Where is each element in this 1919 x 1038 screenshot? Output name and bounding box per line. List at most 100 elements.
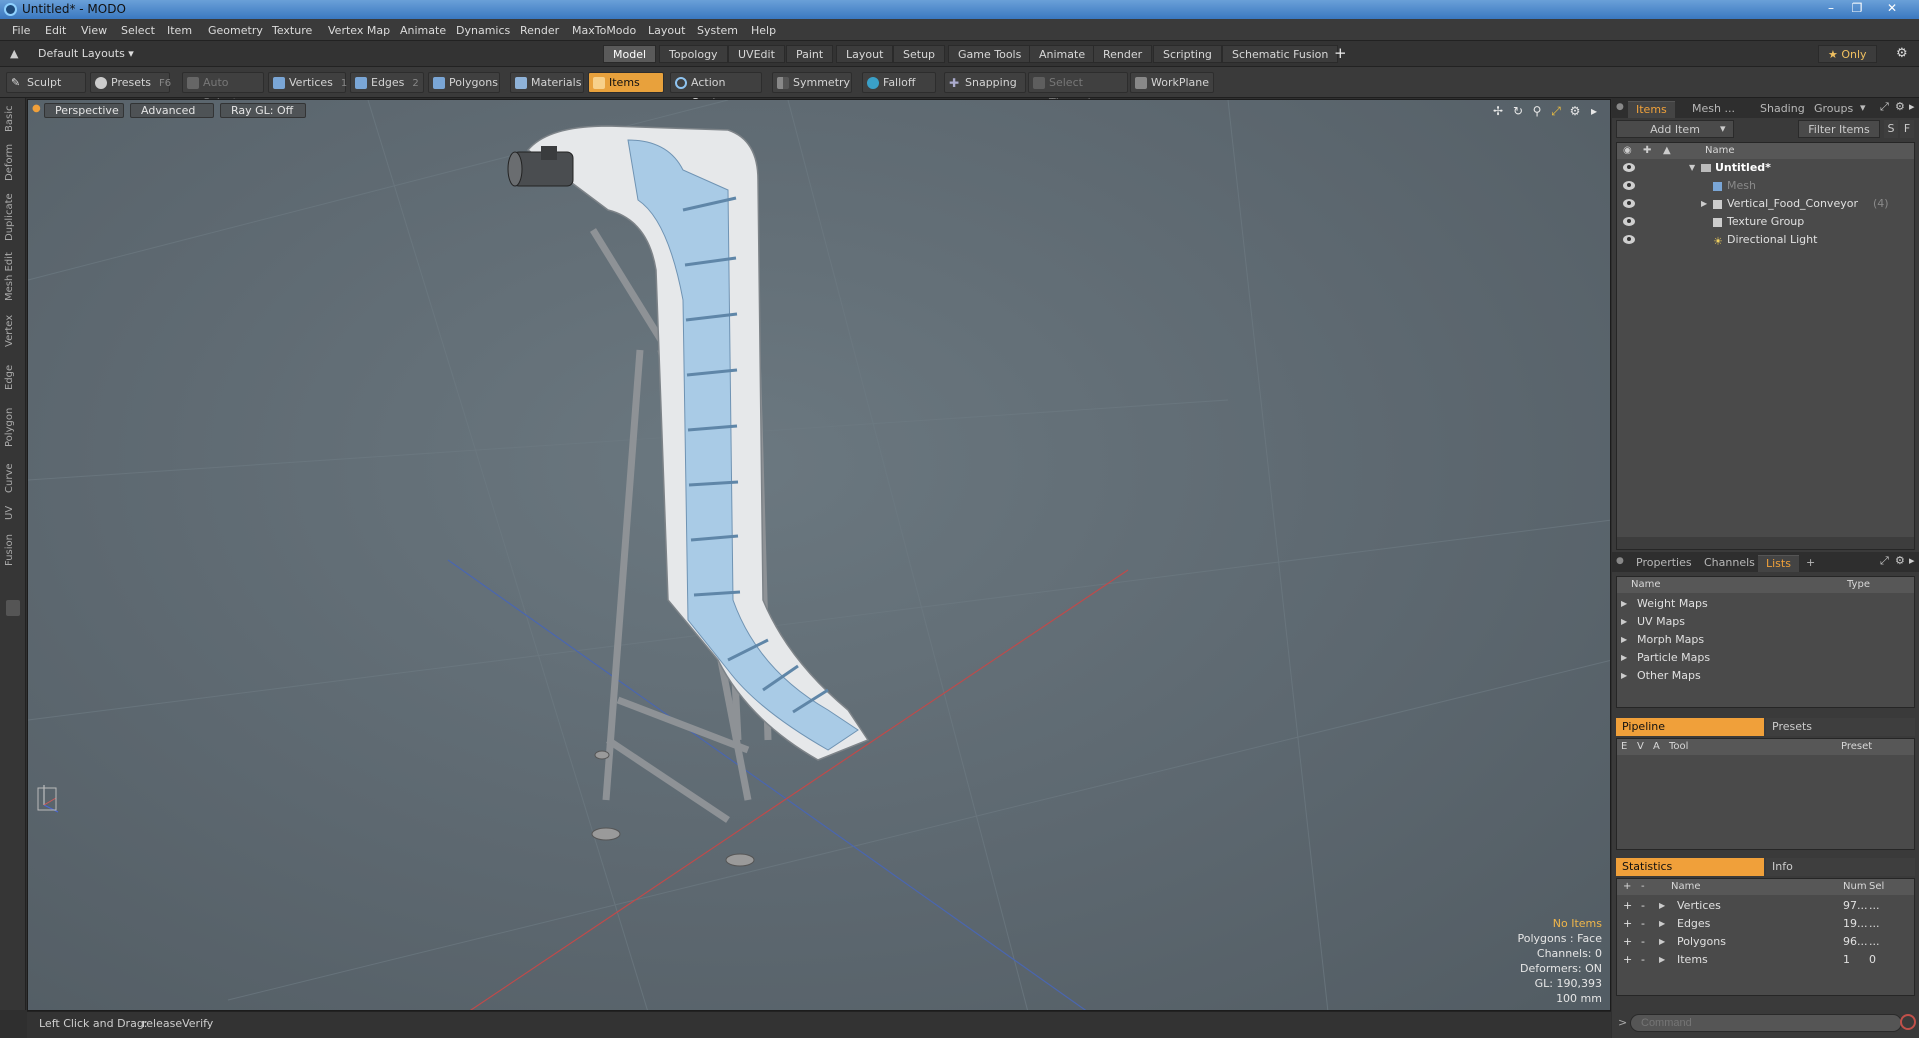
add-item-dropdown-icon[interactable]: ▾ (1720, 122, 1726, 135)
expand-panel-icon[interactable]: ⤢ (1880, 100, 1889, 114)
items-scrollbar[interactable] (1617, 537, 1914, 549)
snapping-button[interactable]: ✚ Snapping (944, 72, 1026, 93)
panel-arrow-icon[interactable]: ▸ (1909, 554, 1915, 567)
tree-row[interactable]: ☀ Directional Light (1617, 231, 1914, 249)
auto-select-button[interactable]: Auto Select (182, 72, 264, 109)
raygl-toggle[interactable]: Ray GL: Off (220, 103, 306, 118)
add-selection-button[interactable]: + (1623, 897, 1632, 915)
menu-view[interactable]: View (81, 24, 107, 37)
expand-arrow-icon[interactable]: ▶ (1621, 667, 1627, 685)
f-toggle[interactable]: F (1900, 120, 1914, 138)
add-item-button[interactable]: Add Item (1616, 120, 1734, 138)
tree-row[interactable]: Mesh (1617, 177, 1914, 195)
menu-edit[interactable]: Edit (45, 24, 66, 37)
tab-model[interactable]: Model (603, 45, 657, 63)
minimize-button[interactable]: – (1820, 1, 1842, 17)
tree-row[interactable]: Texture Group (1617, 213, 1914, 231)
expand-arrow-icon[interactable]: ▶ (1659, 933, 1665, 951)
list-item[interactable]: ▶ Morph Maps (1617, 631, 1914, 649)
menu-item[interactable]: Item (167, 24, 192, 37)
sculpt-button[interactable]: ✎ Sculpt (6, 72, 86, 93)
tab-lists[interactable]: Lists (1758, 555, 1799, 572)
strip-toggle-button[interactable] (6, 600, 20, 616)
menu-help[interactable]: Help (751, 24, 776, 37)
tab-pipeline[interactable]: Pipeline (1616, 718, 1764, 736)
materials-button[interactable]: Materials (510, 72, 584, 93)
add-layout-tab-button[interactable]: + (1334, 44, 1347, 62)
expand-arrow-icon[interactable]: ▶ (1621, 631, 1627, 649)
falloff-button[interactable]: Falloff (862, 72, 936, 93)
select-through-button[interactable]: Select Through (1028, 72, 1128, 109)
pan-icon[interactable]: ✢ (1491, 104, 1505, 118)
tab-duplicate[interactable]: Duplicate (4, 192, 22, 242)
eye-icon[interactable] (1623, 163, 1635, 172)
expand-arrow-icon[interactable]: ▶ (1659, 951, 1665, 969)
menu-file[interactable]: File (12, 24, 30, 37)
panel-gear-icon[interactable]: ⚙ (1895, 100, 1905, 113)
expand-panel-icon[interactable]: ⤢ (1880, 554, 1889, 568)
add-selection-button[interactable]: + (1623, 951, 1632, 969)
tab-mesh-edit[interactable]: Mesh Edit (4, 252, 22, 302)
menu-maxtomodo[interactable]: MaxToModo (572, 24, 636, 37)
items-button[interactable]: Items (588, 72, 664, 93)
lock-col-icon[interactable]: ✚ (1643, 143, 1651, 159)
eye-icon[interactable] (1623, 181, 1635, 190)
tab-setup[interactable]: Setup (893, 45, 946, 63)
table-row[interactable]: + - ▶ Polygons 96... ... (1617, 933, 1914, 951)
render-col-icon[interactable]: ▲ (1663, 143, 1671, 159)
tab-schematic-fusion[interactable]: Schematic Fusion (1222, 45, 1339, 63)
tab-paint[interactable]: Paint (786, 45, 834, 63)
tab-channels[interactable]: Channels (1696, 555, 1763, 572)
tab-uv[interactable]: UV (4, 502, 22, 524)
layout-preset-dropdown[interactable]: Default Layouts ▾ (38, 47, 134, 60)
tab-deform[interactable]: Deform (4, 142, 22, 182)
expand-arrow-icon[interactable]: ▶ (1621, 649, 1627, 667)
tab-statistics[interactable]: Statistics (1616, 858, 1764, 876)
remove-selection-button[interactable]: - (1641, 951, 1645, 969)
menu-texture[interactable]: Texture (272, 24, 312, 37)
tab-mesh[interactable]: Mesh ... (1684, 101, 1743, 118)
expand-arrow-icon[interactable]: ▶ (1701, 195, 1707, 213)
3d-viewport[interactable]: ● Perspective Advanced Ray GL: Off ✢ ↻ ⚲… (27, 99, 1611, 1011)
tab-layout[interactable]: Layout (836, 45, 894, 63)
tab-curve[interactable]: Curve (4, 460, 22, 496)
list-item[interactable]: ▶ Weight Maps (1617, 595, 1914, 613)
menu-select[interactable]: Select (121, 24, 155, 37)
table-row[interactable]: + - ▶ Vertices 97... ... (1617, 897, 1914, 915)
list-item[interactable]: ▶ Particle Maps (1617, 649, 1914, 667)
edges-button[interactable]: Edges 2 (350, 72, 424, 93)
menu-animate[interactable]: Animate (400, 24, 446, 37)
remove-selection-button[interactable]: - (1641, 897, 1645, 915)
menu-vertex-map[interactable]: Vertex Map (328, 24, 390, 37)
add-selection-button[interactable]: + (1623, 933, 1632, 951)
tab-fusion[interactable]: Fusion (4, 530, 22, 570)
table-row[interactable]: + - ▶ Edges 19... ... (1617, 915, 1914, 933)
visibility-col-icon[interactable]: ◉ (1623, 143, 1632, 159)
tab-groups[interactable]: Groups (1806, 101, 1861, 118)
shading-mode-dropdown[interactable]: Advanced (130, 103, 214, 118)
polygons-button[interactable]: Polygons (428, 72, 500, 93)
vertices-button[interactable]: Vertices 1 (268, 72, 347, 93)
layout-toggle-icon[interactable]: ▲ (10, 47, 18, 60)
menu-geometry[interactable]: Geometry (208, 24, 263, 37)
maximize-button[interactable]: ❐ (1846, 1, 1868, 17)
view-type-dropdown[interactable]: Perspective (44, 103, 124, 118)
remove-selection-button[interactable]: - (1641, 915, 1645, 933)
maximize-view-icon[interactable]: ⤢ (1549, 104, 1563, 118)
list-item[interactable]: ▶ Other Maps (1617, 667, 1914, 685)
rotate-icon[interactable]: ↻ (1511, 104, 1525, 118)
action-center-button[interactable]: Action Center (670, 72, 762, 109)
only-toggle[interactable]: ★ Only (1818, 45, 1877, 63)
expand-arrow-icon[interactable]: ▶ (1621, 595, 1627, 613)
tab-shading[interactable]: Shading (1752, 101, 1813, 118)
gear-icon[interactable]: ⚙ (1896, 46, 1908, 61)
tab-properties[interactable]: Properties (1628, 555, 1700, 572)
tab-polygon[interactable]: Polygon (4, 402, 22, 452)
expand-arrow-icon[interactable]: ▶ (1659, 915, 1665, 933)
presets-button[interactable]: Presets F6 (90, 72, 171, 93)
zoom-icon[interactable]: ⚲ (1530, 104, 1544, 118)
tab-animate[interactable]: Animate (1029, 45, 1096, 63)
workplane-button[interactable]: WorkPlane (1130, 72, 1214, 93)
close-button[interactable]: ✕ (1872, 1, 1912, 17)
tab-topology[interactable]: Topology (659, 45, 728, 63)
